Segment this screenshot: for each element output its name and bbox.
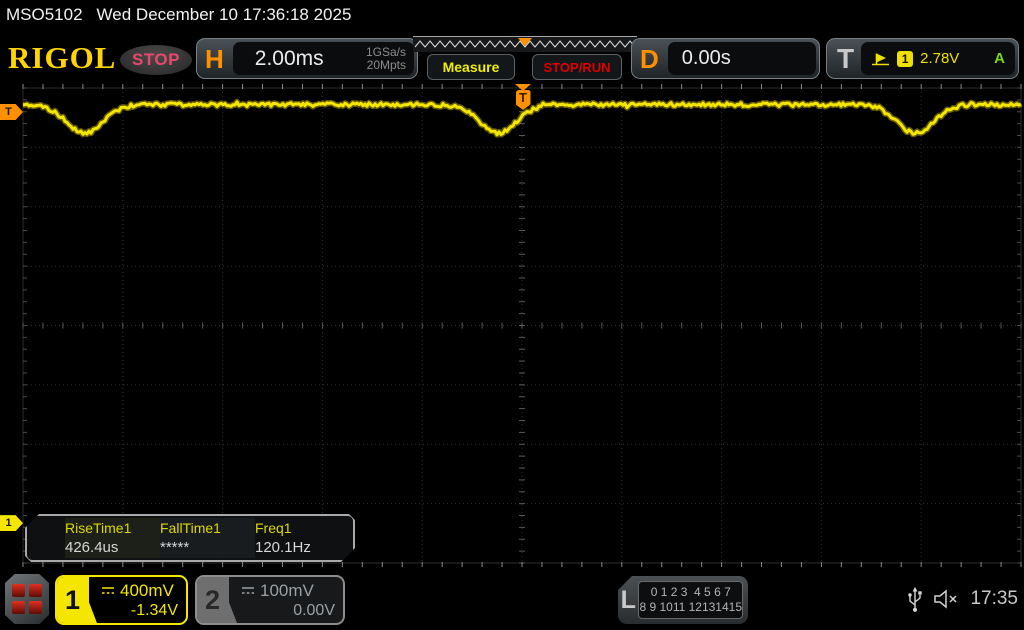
graticule-and-trace <box>22 84 1023 567</box>
acquisition-info: 1GSa/s 20Mpts <box>365 44 414 72</box>
measurement-panel[interactable]: RiseTime1 426.4us FallTime1 ***** Freq1 … <box>25 514 355 562</box>
memory-depth: 20Mpts <box>366 57 406 72</box>
model-name: MSO5102 <box>6 5 83 24</box>
measurement-value: ***** <box>160 539 190 556</box>
channel1-scale: 400mV <box>120 580 174 600</box>
speaker-muted-icon[interactable] <box>933 589 960 609</box>
horizontal-label: H <box>205 43 224 74</box>
channel1-number-tab: 1 <box>57 577 97 623</box>
titlebar: MSO5102 Wed December 10 17:36:18 2025 <box>0 0 1024 30</box>
measurement-value: 120.1Hz <box>255 539 311 556</box>
trigger-inner: 1 2.78V A <box>861 42 1015 75</box>
logic-row2: 8 9 1011 12131415 <box>639 600 742 614</box>
channel1-values: 400mV -1.34V <box>101 577 186 623</box>
horizontal-panel[interactable]: H 2.00ms 1GSa/s 20Mpts <box>196 38 418 79</box>
channel2-badge[interactable]: 2 100mV 0.00V <box>195 575 345 625</box>
logic-channels-badge[interactable]: L 0 1 2 3 4 5 6 78 9 1011 12131415 <box>618 576 748 624</box>
delay-label: D <box>640 43 659 74</box>
channel2-scale: 100mV <box>260 580 314 600</box>
menu-grid-icon[interactable] <box>5 574 49 624</box>
trigger-level-value: 2.78V <box>920 50 960 67</box>
measurement-cell[interactable]: FallTime1 ***** <box>160 518 255 558</box>
delay-value: 0.00s <box>681 47 731 69</box>
channel1-offset: -1.34V <box>130 601 178 619</box>
measurement-label: RiseTime1 <box>65 520 132 536</box>
usb-icon[interactable] <box>907 585 923 613</box>
channel1-badge[interactable]: 1 400mV -1.34V <box>55 575 188 625</box>
logic-channel-numbers: 0 1 2 3 4 5 6 78 9 1011 12131415 <box>638 581 743 619</box>
logic-label: L <box>620 585 636 614</box>
waveform-preview-bar[interactable] <box>413 36 637 52</box>
trigger-source-badge: 1 <box>897 50 914 67</box>
oscilloscope-screen: MSO5102 Wed December 10 17:36:18 2025 RI… <box>0 0 1024 630</box>
menu-grid-squares <box>12 584 42 614</box>
delay-inner: 0.00s <box>667 42 816 75</box>
stop-run-button[interactable]: STOP/RUN <box>532 54 622 80</box>
toolbar: RIGOL STOP H 2.00ms 1GSa/s 20Mpts Measure… <box>0 30 1024 84</box>
measurement-label: Freq1 <box>255 520 292 536</box>
logic-row1: 0 1 2 3 4 5 6 7 <box>650 585 731 599</box>
trigger-position-marker[interactable]: T <box>514 84 532 110</box>
sample-rate: 1GSa/s <box>365 44 406 59</box>
trigger-label: T <box>837 42 855 74</box>
bottom-status-bar: 1 400mV -1.34V 2 100mV 0.00V L 0 1 2 3 4… <box>0 568 1024 630</box>
run-state-badge[interactable]: STOP <box>120 45 192 75</box>
trigger-panel[interactable]: T 1 2.78V A <box>826 38 1019 79</box>
status-icons: 17:35 <box>907 568 1022 630</box>
preview-zigzag-icon <box>414 38 636 48</box>
rigol-logo: RIGOL <box>8 40 117 75</box>
trigger-position-triangle-icon <box>515 84 531 91</box>
trigger-position-badge: T <box>515 90 531 110</box>
measurement-value: 426.4us <box>65 539 119 556</box>
measure-button[interactable]: Measure <box>427 54 515 80</box>
channel2-offset: 0.00V <box>293 601 335 619</box>
timebase-value: 2.00ms <box>254 46 324 70</box>
channel2-values: 100mV 0.00V <box>241 577 343 623</box>
channel2-number-tab: 2 <box>197 577 237 623</box>
dc-coupling-icon <box>242 587 254 594</box>
dc-coupling-icon <box>102 587 114 594</box>
measurement-cell[interactable]: RiseTime1 426.4us <box>65 518 160 558</box>
clock: 17:35 <box>970 588 1018 609</box>
trigger-sweep-mode: A <box>994 50 1005 67</box>
horizontal-inner: 2.00ms 1GSa/s 20Mpts <box>232 42 414 75</box>
system-datetime: Wed December 10 17:36:18 2025 <box>96 5 352 24</box>
measurement-cell[interactable]: Freq1 120.1Hz <box>255 518 350 558</box>
waveform-display[interactable]: T 1 T RiseTime1 426.4us FallTime1 ***** … <box>0 84 1024 567</box>
trigger-slope-icon <box>872 53 890 65</box>
delay-panel[interactable]: D 0.00s <box>631 38 820 79</box>
measurement-label: FallTime1 <box>160 520 221 536</box>
